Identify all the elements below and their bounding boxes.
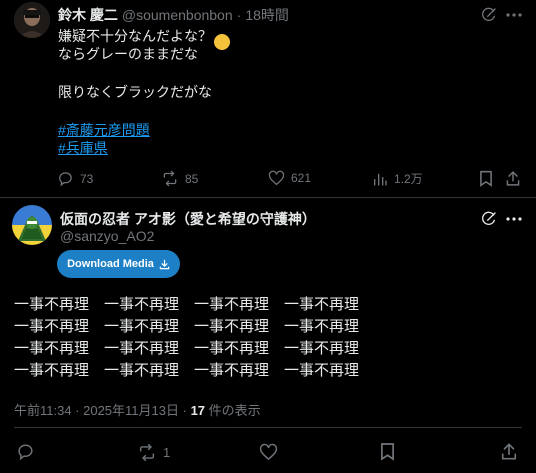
bookmark-icon[interactable]	[379, 442, 395, 461]
repost-count: 1	[163, 445, 171, 460]
grok-icon[interactable]	[480, 210, 498, 228]
bookmark-icon[interactable]	[478, 170, 494, 187]
view-label: 件の表示	[205, 403, 261, 418]
thinking-emoji: 🤔	[214, 34, 230, 50]
like-count: 621	[291, 171, 312, 185]
handle[interactable]: @sanzyo_AO2	[60, 228, 154, 244]
download-media-button[interactable]: Download Media	[57, 250, 180, 278]
download-label: Download Media	[67, 258, 154, 270]
repost-button[interactable]: 85	[161, 170, 198, 187]
display-name[interactable]: 鈴木 慶二	[58, 5, 118, 25]
avatar[interactable]	[14, 2, 50, 38]
tweet-text-line-2: ならグレーのままだな	[58, 46, 198, 62]
tweet-body-line: 一事不再理 一事不再理 一事不再理 一事不再理	[14, 295, 360, 313]
like-icon	[268, 170, 285, 186]
reply-icon	[16, 442, 35, 461]
like-button[interactable]: 621	[268, 170, 311, 186]
avatar[interactable]	[12, 205, 52, 245]
timestamp[interactable]: 18時間	[245, 5, 289, 25]
reply-count: 73	[80, 171, 94, 186]
download-icon	[159, 259, 170, 270]
tweet-text-line-3: 限りなくブラックだがな	[58, 84, 212, 100]
divider	[0, 197, 536, 198]
tweet-text-line-1: 嫌疑不十分なんだよな？	[58, 28, 212, 44]
tweet-body-line: 一事不再理 一事不再理 一事不再理 一事不再理	[14, 339, 360, 357]
views-count: 1.2万	[394, 172, 423, 186]
more-icon[interactable]	[505, 210, 523, 228]
reply-button[interactable]: 73	[57, 170, 93, 187]
repost-button[interactable]: 1	[137, 443, 170, 462]
share-icon[interactable]	[505, 170, 521, 187]
separator: ·	[236, 7, 242, 23]
more-icon[interactable]	[505, 6, 523, 24]
share-icon[interactable]	[500, 442, 518, 461]
tweet-body-line: 一事不再理 一事不再理 一事不再理 一事不再理	[14, 317, 360, 335]
tweet-body-line: 一事不再理 一事不再理 一事不再理 一事不再理	[14, 361, 360, 379]
view-count: 17	[190, 403, 206, 418]
grok-icon[interactable]	[480, 6, 498, 24]
reply-button[interactable]	[16, 442, 35, 461]
views-icon	[372, 171, 388, 187]
handle[interactable]: @soumenbonbon	[122, 7, 233, 23]
repost-icon	[137, 443, 157, 462]
hashtag-link[interactable]: #兵庫県	[58, 139, 108, 158]
post-timestamp[interactable]: 午前11:34 · 2025年11月13日 ·	[14, 403, 191, 418]
repost-count: 85	[185, 171, 199, 186]
repost-icon	[161, 170, 179, 187]
hashtag-link[interactable]: #斎藤元彦問題	[58, 121, 150, 140]
reply-icon	[57, 170, 74, 187]
display-name[interactable]: 仮面の忍者 アオ影（愛と希望の守護神）	[60, 209, 316, 229]
views-button[interactable]: 1.2万	[372, 170, 423, 187]
like-icon	[259, 443, 278, 461]
like-button[interactable]	[259, 443, 278, 461]
divider	[14, 427, 522, 428]
